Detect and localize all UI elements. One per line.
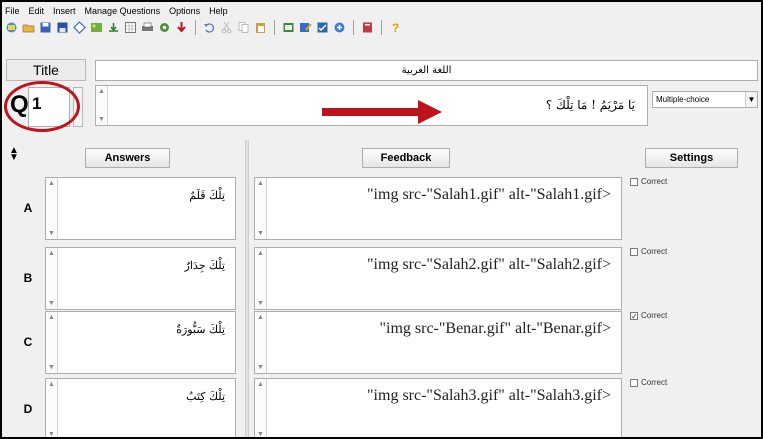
answer-row-d: D ▲ ▼ تِلْكَ كِتَبٌ ▲ ▼ "img src-"Salah3.g… [2, 374, 761, 437]
correct-checkbox[interactable] [630, 247, 638, 256]
test-icon[interactable] [315, 20, 330, 35]
publish-icon[interactable] [332, 20, 347, 35]
correct-checkbox-group[interactable]: Correct [630, 247, 667, 256]
feedback-text: "img src-"Benar.gif" alt-"Benar.gif> [379, 320, 611, 337]
question-number[interactable]: 1 [28, 87, 70, 127]
chevron-down-icon[interactable]: ▼ [745, 92, 757, 107]
answer-scrollbar[interactable]: ▲ ▼ [46, 248, 58, 309]
title-input[interactable]: اللغة العربية [95, 60, 758, 81]
image-icon[interactable] [89, 20, 104, 35]
paste-icon[interactable] [253, 20, 268, 35]
toolbar-separator [381, 19, 382, 35]
feedback-field[interactable]: ▲ ▼ "img src-"Salah2.gif" alt-"Salah2.gif… [254, 247, 622, 310]
answer-text-field[interactable]: ▲ ▼ تِلْكَ جِدَارٌ [45, 247, 236, 310]
cut-icon[interactable] [219, 20, 234, 35]
new-quiz-icon[interactable] [4, 20, 19, 35]
correct-label: Correct [641, 311, 668, 320]
menu-manage-questions[interactable]: Manage Questions [84, 4, 162, 18]
question-number-spinner[interactable] [73, 87, 83, 127]
question-text: يَا مَرْيَمُ ! مَا تِلْكَ ؟ [545, 98, 635, 112]
feedback-header[interactable]: Feedback [362, 148, 450, 168]
undo-icon[interactable] [202, 20, 217, 35]
answer-letter: B [23, 271, 33, 285]
help-book-icon[interactable] [360, 20, 375, 35]
annotation-arrow-icon [322, 100, 442, 124]
answer-text-field[interactable]: ▲ ▼ تِلْكَ كِتَبٌ [45, 378, 236, 437]
correct-checkbox[interactable]: ✓ [630, 311, 638, 320]
correct-label: Correct [641, 378, 668, 387]
title-label: Title [6, 59, 86, 81]
menu-insert[interactable]: Insert [52, 4, 77, 18]
save-icon[interactable] [38, 20, 53, 35]
correct-label: Correct [641, 177, 668, 186]
answer-row-c: C ▲ ▼ تِلْكَ سَبُّورَةٌ ▲ ▼ "img src-"Bena… [2, 307, 761, 377]
correct-checkbox[interactable] [630, 378, 638, 387]
toolbar-separator [353, 19, 354, 35]
feedback-field[interactable]: ▲ ▼ "img src-"Salah1.gif" alt-"Salah1.gif… [254, 177, 622, 240]
feedback-text: "img src-"Salah1.gif" alt-"Salah1.gif> [367, 186, 611, 203]
grid-icon[interactable] [123, 20, 138, 35]
copy-icon[interactable] [236, 20, 251, 35]
answers-header[interactable]: Answers [85, 148, 170, 168]
preview-icon[interactable] [281, 20, 296, 35]
menu-edit[interactable]: Edit [28, 4, 46, 18]
correct-checkbox-group[interactable]: Correct [630, 177, 667, 186]
answer-text: تِلْكَ سَبُّورَةٌ [176, 323, 225, 336]
save-as-icon[interactable] [55, 20, 70, 35]
correct-checkbox[interactable] [630, 177, 638, 186]
answer-letter: C [23, 335, 33, 349]
answer-text: تِلْكَ كِتَبٌ [186, 390, 225, 403]
toolbar-separator [195, 19, 196, 35]
answer-letter: A [23, 201, 33, 215]
correct-label: Correct [641, 247, 668, 256]
help-icon[interactable]: ? [388, 20, 403, 35]
feedback-scrollbar[interactable]: ▲ ▼ [255, 312, 267, 373]
feedback-field[interactable]: ▲ ▼ "img src-"Salah3.gif" alt-"Salah3.gif… [254, 378, 622, 437]
diamond-icon[interactable] [72, 20, 87, 35]
menu-help[interactable]: Help [208, 4, 229, 18]
menu-options[interactable]: Options [168, 4, 201, 18]
feedback-field[interactable]: ▲ ▼ "img src-"Benar.gif" alt-"Benar.gif> [254, 311, 622, 374]
feedback-scrollbar[interactable]: ▲ ▼ [255, 248, 267, 309]
menu-file[interactable]: File [4, 4, 21, 18]
question-text-scrollbar[interactable]: ▲ ▼ [96, 86, 108, 125]
svg-text:?: ? [392, 21, 399, 34]
export-icon[interactable] [106, 20, 121, 35]
answer-row-b: B ▲ ▼ تِلْكَ جِدَارٌ ▲ ▼ "img src-"Salah2.… [2, 243, 761, 313]
answer-scrollbar[interactable]: ▲ ▼ [46, 312, 58, 373]
feedback-text: "img src-"Salah2.gif" alt-"Salah2.gif> [367, 256, 611, 273]
menu-bar: File Edit Insert Manage Questions Option… [4, 4, 229, 18]
open-icon[interactable] [21, 20, 36, 35]
correct-checkbox-group[interactable]: Correct [630, 378, 667, 387]
answer-text: تِلْكَ قَلَمٌ [189, 189, 225, 202]
quiz-editor-window: File Edit Insert Manage Questions Option… [0, 0, 763, 439]
download-icon[interactable] [174, 20, 189, 35]
settings-icon[interactable] [157, 20, 172, 35]
answer-row-a: A ▲ ▼ تِلْكَ قَلَمٌ ▲ ▼ "img src-"Salah1.g… [2, 173, 761, 243]
answer-text-field[interactable]: ▲ ▼ تِلْكَ قَلَمٌ [45, 177, 236, 240]
answer-text: تِلْكَ جِدَارٌ [184, 259, 225, 272]
edit-icon[interactable] [298, 20, 313, 35]
scroll-down-icon[interactable]: ▼ [98, 116, 105, 123]
answer-text-field[interactable]: ▲ ▼ تِلْكَ سَبُّورَةٌ [45, 311, 236, 374]
sort-spinner-icon[interactable]: ▲ ▼ [7, 145, 21, 163]
settings-header[interactable]: Settings [645, 148, 738, 168]
toolbar-separator [274, 19, 275, 35]
toolbar: ? [4, 17, 759, 37]
scroll-up-icon[interactable]: ▲ [98, 88, 105, 95]
feedback-scrollbar[interactable]: ▲ ▼ [255, 379, 267, 437]
question-label: Q [10, 91, 29, 118]
question-type-select[interactable]: Multiple-choice ▼ [652, 91, 758, 108]
feedback-scrollbar[interactable]: ▲ ▼ [255, 178, 267, 239]
print-icon[interactable] [140, 20, 155, 35]
answer-scrollbar[interactable]: ▲ ▼ [46, 379, 58, 437]
answer-letter: D [23, 402, 33, 416]
answer-scrollbar[interactable]: ▲ ▼ [46, 178, 58, 239]
correct-checkbox-group[interactable]: ✓ Correct [630, 311, 667, 320]
question-type-value: Multiple-choice [656, 95, 710, 104]
feedback-text: "img src-"Salah3.gif" alt-"Salah3.gif> [367, 387, 611, 404]
